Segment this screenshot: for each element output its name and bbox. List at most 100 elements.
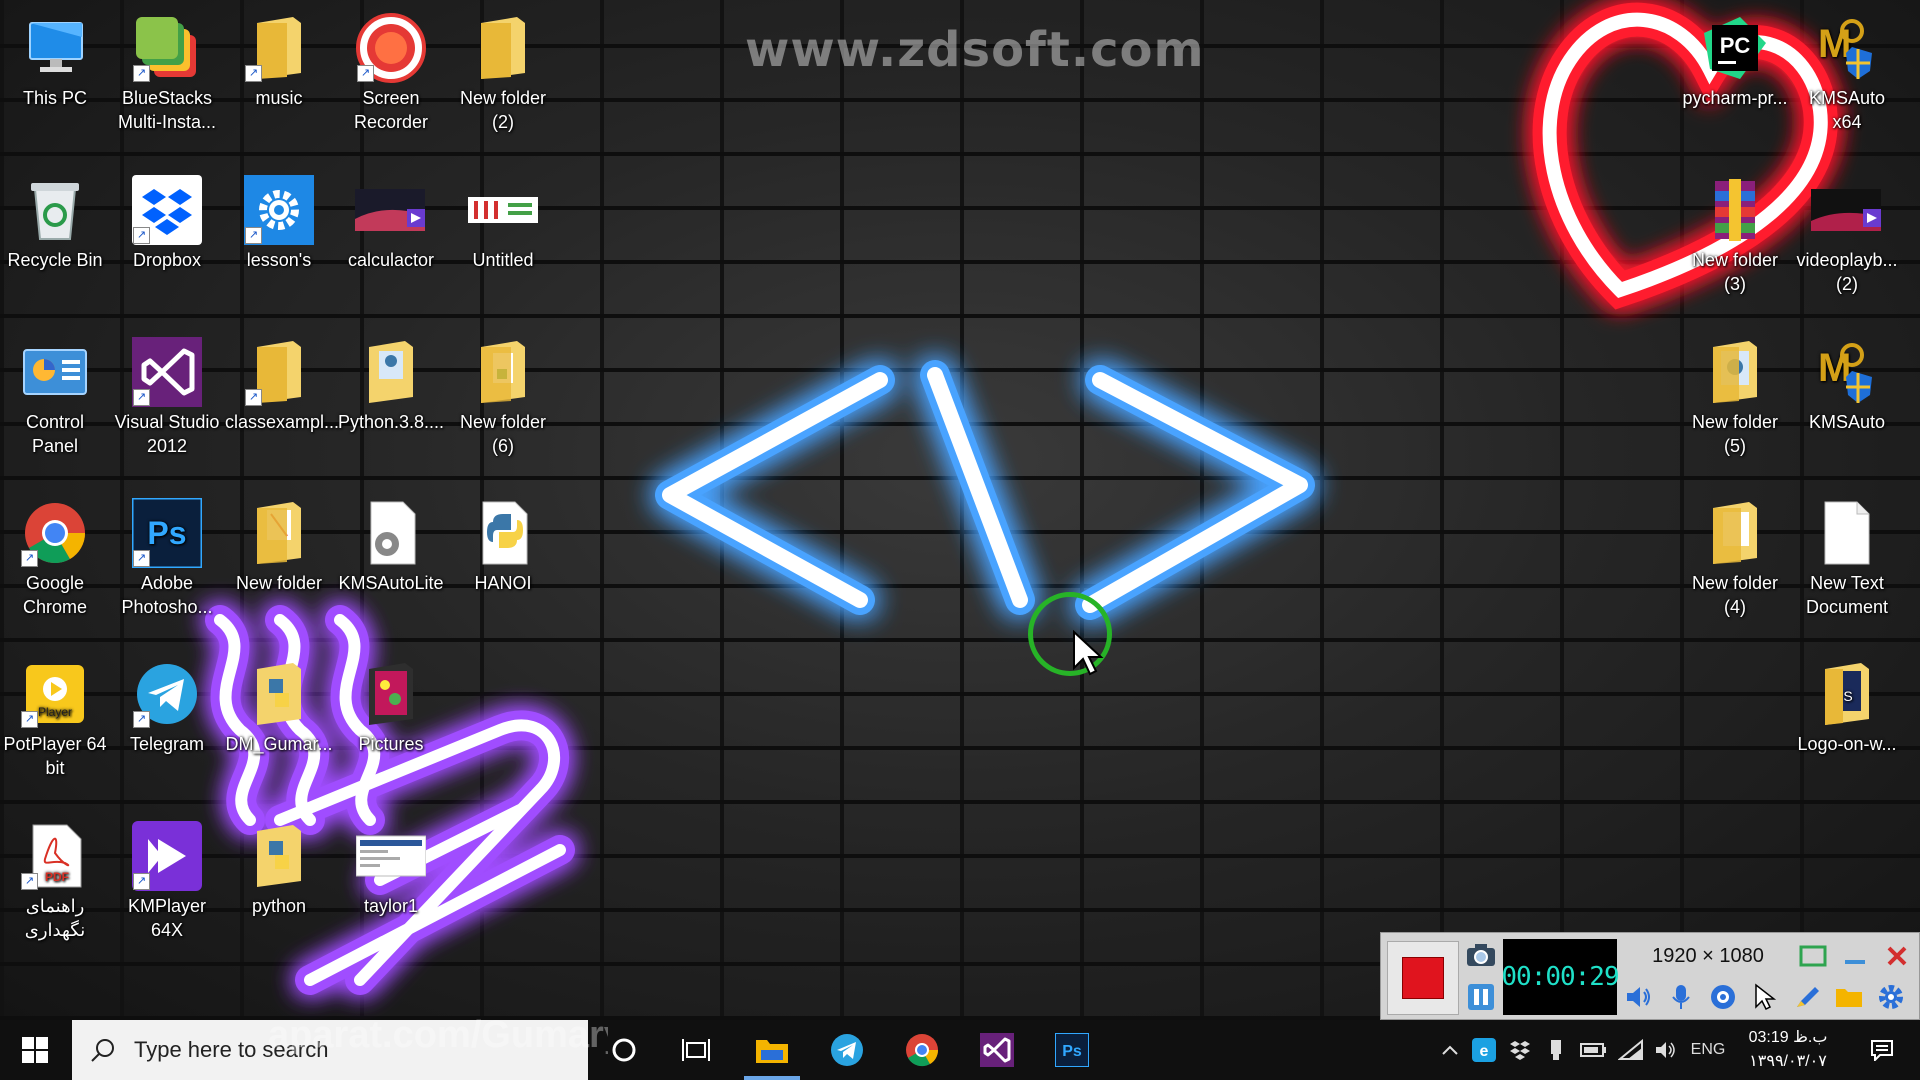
text-file-icon xyxy=(1811,497,1883,569)
usb-drive-icon xyxy=(1551,1040,1561,1060)
desktop-icon-hanoi[interactable]: HANOI xyxy=(449,497,557,595)
stop-record-button[interactable] xyxy=(1387,941,1459,1015)
tray-usb-device[interactable] xyxy=(1540,1020,1572,1080)
speaker-audio-button[interactable] xyxy=(1621,979,1657,1015)
desktop-icon-new-folder-5[interactable]: New folder (5) xyxy=(1681,336,1789,458)
desktop-icon-recycle-bin[interactable]: Recycle Bin xyxy=(1,174,109,272)
desktop-icon-videoplayback-2[interactable]: videoplayb... (2) xyxy=(1793,174,1901,296)
dropbox-icon xyxy=(1510,1041,1530,1060)
desktop-icon-untitled[interactable]: Untitled xyxy=(449,174,557,272)
windows-logo-icon xyxy=(22,1037,48,1063)
tray-language[interactable]: ENG xyxy=(1688,1020,1728,1080)
taskbar: Type here to search aparat.com/GumaryaN … xyxy=(0,1014,1920,1080)
wifi-icon xyxy=(1618,1039,1643,1060)
python-file-icon xyxy=(243,658,315,730)
desktop-icon-new-folder-4[interactable]: New folder (4) xyxy=(1681,497,1789,619)
telegram-icon: ↗ xyxy=(131,658,203,730)
action-center-button[interactable] xyxy=(1852,1020,1912,1080)
pause-icon xyxy=(1468,984,1494,1010)
desktop-icon-dm-gumar[interactable]: DM_Gumar... xyxy=(225,658,333,756)
dropbox-icon: ↗ xyxy=(131,174,203,246)
desktop-icon-adobe-photoshop[interactable]: Ps ↗ Adobe Photosho... xyxy=(113,497,221,619)
tray-dropbox[interactable] xyxy=(1504,1020,1536,1080)
desktop-icon-music[interactable]: ↗ music xyxy=(225,12,333,110)
cortana-button[interactable] xyxy=(588,1020,660,1080)
region-select-button[interactable] xyxy=(1795,939,1831,973)
folder-icon xyxy=(243,497,315,569)
visual-studio-icon xyxy=(980,1033,1014,1067)
tray-wifi[interactable] xyxy=(1614,1020,1648,1080)
start-button[interactable] xyxy=(0,1020,70,1080)
webcam-button[interactable] xyxy=(1705,979,1741,1015)
folder-icon xyxy=(355,658,427,730)
desktop-icon-visual-studio[interactable]: ↗ Visual Studio 2012 xyxy=(113,336,221,458)
shortcut-arrow-icon: ↗ xyxy=(245,65,262,82)
visual-studio-icon: ↗ xyxy=(131,336,203,408)
speaker-icon xyxy=(1627,987,1650,1007)
taskbar-chrome[interactable] xyxy=(886,1020,958,1080)
svg-text:Ps: Ps xyxy=(147,515,186,551)
desktop-icon-logo-on-w[interactable]: S Logo-on-w... xyxy=(1793,658,1901,756)
screenshot-camera-button[interactable] xyxy=(1463,937,1499,973)
recording-resolution: 1920 × 1080 xyxy=(1652,944,1764,967)
neon-code-symbol xyxy=(655,360,1315,620)
image-file-icon xyxy=(467,174,539,246)
taskbar-photoshop[interactable]: Ps xyxy=(1036,1020,1108,1080)
cortana-circle-icon xyxy=(612,1038,636,1062)
svg-text:e: e xyxy=(1480,1043,1489,1060)
taskbar-visual-studio[interactable] xyxy=(961,1020,1033,1080)
close-icon xyxy=(1887,946,1907,966)
desktop-icon-lessons[interactable]: ↗ lesson's xyxy=(225,174,333,272)
draw-pen-button[interactable] xyxy=(1789,979,1825,1015)
desktop-icon-calculactor[interactable]: calculactor xyxy=(337,174,445,272)
desktop-icon-python[interactable]: python xyxy=(225,820,333,918)
taskbar-file-explorer[interactable] xyxy=(736,1020,808,1080)
desktop-icon-kmplayer[interactable]: ↗ KMPlayer 64X xyxy=(113,820,221,942)
desktop-icon-google-chrome[interactable]: ↗ Google Chrome xyxy=(1,497,109,619)
shortcut-arrow-icon: ↗ xyxy=(245,389,262,406)
open-folder-button[interactable] xyxy=(1831,979,1867,1015)
tray-battery[interactable] xyxy=(1576,1020,1610,1080)
close-recorder-button[interactable] xyxy=(1879,939,1915,973)
microphone-button[interactable] xyxy=(1663,979,1699,1015)
chrome-icon: ↗ xyxy=(19,497,91,569)
desktop-icon-classexampl[interactable]: ↗ classexampl... xyxy=(225,336,339,434)
desktop-icon-new-text-document[interactable]: New Text Document xyxy=(1793,497,1901,619)
desktop-icon-telegram[interactable]: ↗ Telegram xyxy=(113,658,221,756)
desktop-icon-taylor1[interactable]: taylor1 xyxy=(337,820,445,918)
telegram-icon xyxy=(831,1034,863,1066)
desktop-icon-potplayer[interactable]: Player ↗ PotPlayer 64 bit xyxy=(1,658,109,780)
settings-button[interactable] xyxy=(1873,979,1909,1015)
tray-edge-app[interactable]: e xyxy=(1468,1020,1500,1080)
desktop-icon-screen-recorder[interactable]: ↗ Screen Recorder xyxy=(337,12,445,134)
desktop-icon-kmsauto-x64[interactable]: M KMSAuto x64 xyxy=(1793,12,1901,134)
file-explorer-icon xyxy=(756,1040,788,1063)
minimize-recorder-button[interactable] xyxy=(1837,939,1873,973)
desktop-icon-control-panel[interactable]: Control Panel xyxy=(1,336,109,458)
show-hidden-icons-button[interactable] xyxy=(1436,1020,1464,1080)
desktop-icon-kmsauto[interactable]: M KMSAuto xyxy=(1793,336,1901,434)
desktop-icon-python-3-8[interactable]: Python.3.8.... xyxy=(337,336,445,434)
kmsauto-file-icon xyxy=(355,497,427,569)
desktop-icon-kmsautolite[interactable]: KMSAutoLite xyxy=(337,497,445,595)
folder-icon: S xyxy=(1811,658,1883,730)
desktop-icon-bluestacks[interactable]: ↗ BlueStacks Multi-Insta... xyxy=(113,12,221,134)
task-view-button[interactable] xyxy=(660,1020,732,1080)
pause-button[interactable] xyxy=(1463,979,1499,1015)
desktop-icon-dropbox[interactable]: ↗ Dropbox xyxy=(113,174,221,272)
cursor-toggle-button[interactable] xyxy=(1747,979,1783,1015)
desktop-icon-pdf-guide[interactable]: PDF ↗ راهنمای نگهداری xyxy=(1,820,109,942)
desktop-icon-new-folder-6[interactable]: New folder (6) xyxy=(449,336,557,458)
taskbar-telegram[interactable] xyxy=(811,1020,883,1080)
desktop-icon-this-pc[interactable]: This PC xyxy=(1,12,109,110)
desktop-icon-new-folder-2[interactable]: New folder (2) xyxy=(449,12,557,134)
folder-icon: ↗ xyxy=(243,336,315,408)
desktop-icon-new-folder-3[interactable]: New folder (3) xyxy=(1681,174,1789,296)
desktop-icon-pictures[interactable]: Pictures xyxy=(337,658,445,756)
desktop-icon-pycharm[interactable]: PC pycharm-pr... xyxy=(1681,12,1789,110)
cursor-icon xyxy=(1755,983,1776,1011)
tray-clock[interactable]: 03:19 ب.ظ ۱۳۹۹/۰۳/۰۷ xyxy=(1728,1026,1848,1074)
python-file-icon xyxy=(467,497,539,569)
tray-volume[interactable] xyxy=(1650,1020,1684,1080)
desktop-icon-new-folder[interactable]: New folder xyxy=(225,497,333,595)
